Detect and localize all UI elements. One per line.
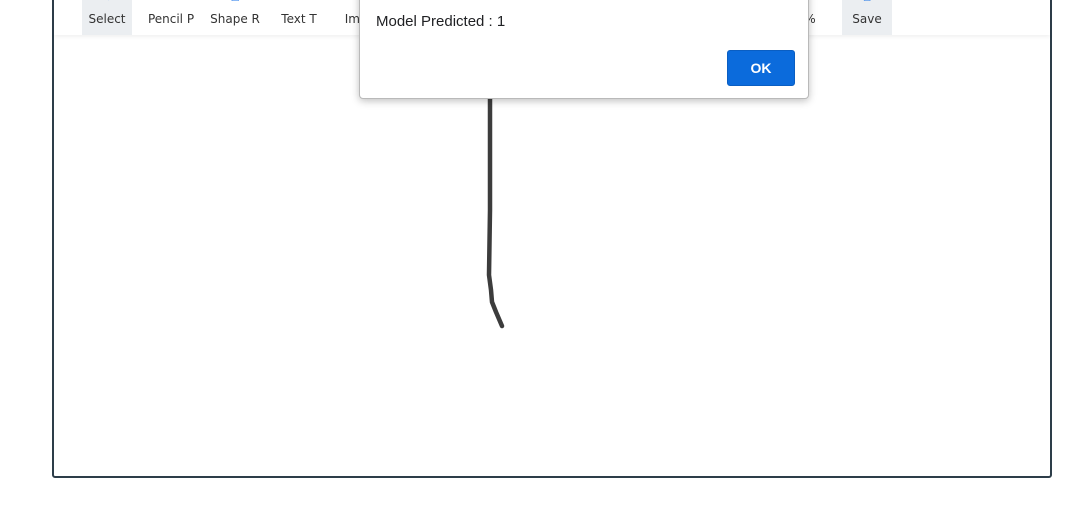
pencil-stroke xyxy=(486,93,505,329)
alert-dialog: Model Predicted : 1 OK xyxy=(359,0,809,99)
dialog-message: Model Predicted : 1 xyxy=(376,13,506,30)
ok-button[interactable]: OK xyxy=(727,50,795,86)
